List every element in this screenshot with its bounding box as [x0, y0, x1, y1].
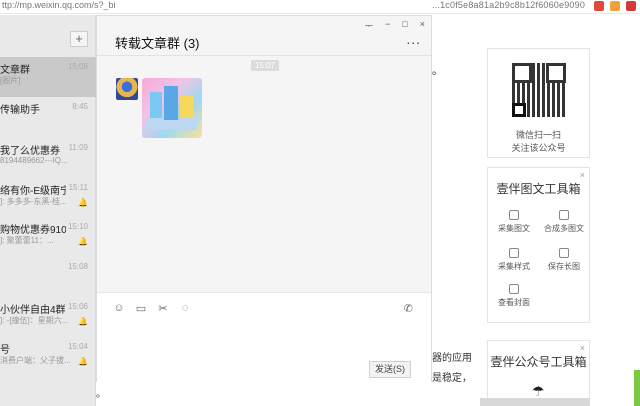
toolbox-title: 壹伴图文工具箱	[496, 182, 581, 196]
url-text[interactable]: ttp://mp.weixin.qq.com/s?_bi	[2, 0, 116, 10]
chat-bubble-icon[interactable]: ◌	[179, 302, 191, 315]
contact-name: 购物优惠券910群	[0, 225, 66, 236]
chat-header: ᅮ − □ × 转载文章群 (3) ...	[97, 16, 431, 56]
contact-preview: ]: 多多多-东黑-桂...	[0, 197, 67, 206]
horizontal-scrollbar[interactable]	[480, 398, 590, 406]
chat-list-item[interactable]: 络有你-E级南宁... ]: 多多多-东黑-桂... 15:11 🔔	[0, 178, 96, 218]
contact-preview: ]: 聚蕾蕾11：...	[0, 236, 54, 245]
extension-orange-icon[interactable]	[610, 1, 620, 11]
avatar[interactable]	[116, 78, 138, 100]
close-icon[interactable]: ×	[580, 343, 585, 353]
contact-time: 11:09	[68, 143, 88, 152]
tool-merge-articles[interactable]: 合成多图文	[538, 210, 590, 234]
article-text-fragment: 是稳定，	[432, 373, 472, 384]
emoji-icon[interactable]: ☺	[113, 302, 125, 315]
contact-name: 传输助手	[0, 105, 40, 116]
contact-name: 文章群	[0, 65, 30, 76]
contact-time: 15:04	[67, 342, 88, 351]
qr-caption: 微信扫一扫	[515, 130, 561, 140]
browser-extension-icons	[594, 1, 636, 11]
image-icon	[559, 248, 569, 258]
qr-corner	[512, 103, 526, 117]
chat-list-item[interactable]: 传输助手 8:45	[0, 97, 96, 137]
qr-card: 微信扫一扫 关注该公众号	[487, 48, 590, 158]
contact-name: 小伙伴自由4群	[0, 305, 66, 316]
side-widget-edge	[634, 370, 640, 406]
chat-list-item[interactable]: 我了么优惠券 8194489662---IQ... 11:09	[0, 138, 96, 178]
chat-list-item[interactable]: 文章群 [图片] 15:08	[0, 57, 96, 97]
extension-red2-icon[interactable]	[626, 1, 636, 11]
tool-label: 查看封面	[498, 298, 530, 307]
folder-icon[interactable]: ▭	[135, 302, 147, 315]
tool-label: 保存长图	[548, 262, 580, 271]
contact-name: 我了么优惠券	[0, 146, 60, 157]
article-toolbox-card: × 壹伴图文工具箱 采集图文 合成多图文 采集样式 保存长图 查看封面	[487, 167, 590, 323]
mute-icon: 🔔	[78, 198, 88, 207]
tool-label: 采集图文	[498, 224, 530, 233]
contact-preview: 消费户端：父子拔...	[0, 356, 71, 365]
tool-label: 采集样式	[498, 262, 530, 271]
article-text-fragment: 。	[432, 65, 443, 77]
minimize-icon[interactable]: −	[385, 19, 390, 32]
grid-icon	[509, 210, 519, 220]
image-message[interactable]	[142, 78, 202, 138]
close-icon[interactable]: ×	[580, 170, 585, 180]
image-detail	[164, 86, 178, 120]
url-text-tail[interactable]: ...1c0f5e8a81a2b9c8b12f6060e9090	[432, 0, 585, 10]
picture-icon	[509, 284, 519, 294]
chat-window: ᅮ − □ × 转载文章群 (3) ... 15:07 ☺ ▭ ✂ ◌ ✆ 发送…	[96, 15, 432, 383]
image-detail	[180, 96, 194, 118]
article-text-fragment: 器的应用	[432, 353, 472, 364]
contact-time: 15:10	[67, 222, 88, 231]
chat-list-item[interactable]: 小伙伴自由4群 ]: -[撞伍]：星期六... 15:06 🔔	[0, 297, 96, 337]
scissors-icon[interactable]: ✂	[157, 302, 169, 315]
contact-name: 号	[0, 345, 10, 356]
chat-list-item[interactable]: 购物优惠券910群 ]: 聚蕾蕾11：... 15:10 🔔	[0, 217, 96, 257]
chat-list-item[interactable]: 号 消费户端：父子拔... 15:04 🔔	[0, 337, 96, 377]
phone-icon[interactable]: ✆	[404, 302, 413, 315]
mute-icon: 🔔	[78, 317, 88, 326]
tool-collect-style[interactable]: 采集样式	[488, 248, 540, 272]
message-timestamp: 15:07	[251, 60, 280, 71]
chat-list-item[interactable]: 15:08	[0, 257, 96, 297]
mute-icon: 🔔	[78, 237, 88, 246]
more-options-button[interactable]: ...	[406, 31, 421, 47]
account-toolbox-card: × 壹伴公众号工具箱 ☂	[487, 340, 590, 406]
contact-time: 15:06	[67, 302, 88, 311]
qr-caption: 关注该公众号	[511, 143, 566, 153]
message-input-area[interactable]: ☺ ▭ ✂ ◌ ✆ 发送(S)	[97, 292, 431, 383]
add-chat-button[interactable]: +	[70, 31, 88, 47]
tool-label: 合成多图文	[544, 224, 584, 233]
contact-preview: [图片]	[0, 76, 21, 85]
toolbox-title: 壹伴公众号工具箱	[490, 355, 587, 369]
contact-time: 15:08	[67, 62, 88, 71]
send-button[interactable]: 发送(S)	[369, 361, 411, 378]
contact-preview: 8194489662---IQ...	[0, 156, 68, 165]
image-detail	[150, 92, 162, 118]
pin-icon[interactable]: ᅮ	[365, 19, 373, 32]
contact-name: 络有你-E级南宁...	[0, 186, 66, 197]
contact-time: 15:08	[67, 262, 88, 271]
contact-preview: ]: -[撞伍]：星期六...	[0, 316, 69, 325]
tool-save-long-image[interactable]: 保存长图	[538, 248, 590, 272]
extension-red-icon[interactable]	[594, 1, 604, 11]
contact-time: 8:45	[72, 102, 88, 111]
browser-address-bar[interactable]: ttp://mp.weixin.qq.com/s?_bi ...1c0f5e8a…	[0, 0, 640, 14]
chat-title: 转载文章群 (3)	[115, 36, 200, 51]
list-plus-icon	[559, 210, 569, 220]
layers-icon	[509, 248, 519, 258]
tool-view-cover[interactable]: 查看封面	[488, 284, 540, 308]
input-toolbar: ☺ ▭ ✂ ◌	[113, 302, 191, 315]
contact-time: 15:11	[68, 183, 88, 192]
tool-collect-article[interactable]: 采集图文	[488, 210, 540, 234]
mute-icon: 🔔	[78, 357, 88, 366]
